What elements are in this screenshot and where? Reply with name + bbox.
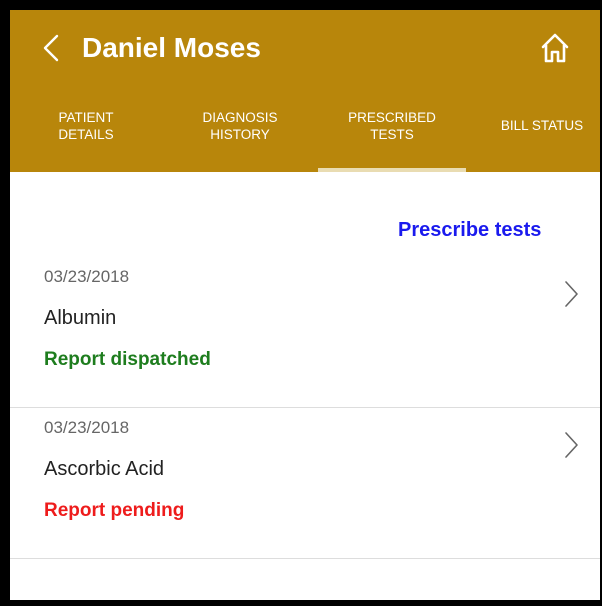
tab-label: PATIENT DETAILS [58,110,114,142]
patient-name-title: Daniel Moses [82,32,261,63]
test-list-item[interactable]: 03/23/2018 Albumin Report dispatched [10,257,600,408]
tab-label: PRESCRIBED TESTS [348,110,436,142]
chevron-left-icon [43,34,59,62]
prescribed-tests-panel: Prescribe tests 03/23/2018 Albumin Repor… [10,172,600,600]
tab-label: BILL STATUS [500,118,584,133]
test-name: Ascorbic Acid [44,458,165,480]
tab-diagnosis-history[interactable]: DIAGNOSIS HISTORY [180,105,300,172]
chevron-right-icon [563,279,579,309]
tab-bar: PATIENT DETAILS DIAGNOSIS HISTORY PRESCR… [10,105,600,172]
tab-bill-status[interactable]: BILL STATUS [484,105,600,172]
app-header: Daniel Moses PATIENT DETAILS DIAGNOSIS H… [10,10,600,172]
tab-prescribed-tests[interactable]: PRESCRIBED TESTS [318,105,466,172]
test-status: Report pending [44,500,185,521]
test-status: Report dispatched [44,349,211,370]
tab-patient-details[interactable]: PATIENT DETAILS [36,105,136,172]
chevron-right-icon [563,430,579,460]
home-icon [541,33,569,63]
test-name: Albumin [44,307,117,329]
home-button[interactable] [537,30,573,66]
prescribe-tests-link[interactable]: Prescribe tests [398,219,541,242]
test-list-item[interactable]: 03/23/2018 Ascorbic Acid Report pending [10,408,600,559]
test-date: 03/23/2018 [44,267,130,286]
back-button[interactable] [38,30,66,66]
app-frame: Daniel Moses PATIENT DETAILS DIAGNOSIS H… [10,10,600,600]
tab-label: DIAGNOSIS HISTORY [202,110,278,142]
test-date: 03/23/2018 [44,418,130,437]
